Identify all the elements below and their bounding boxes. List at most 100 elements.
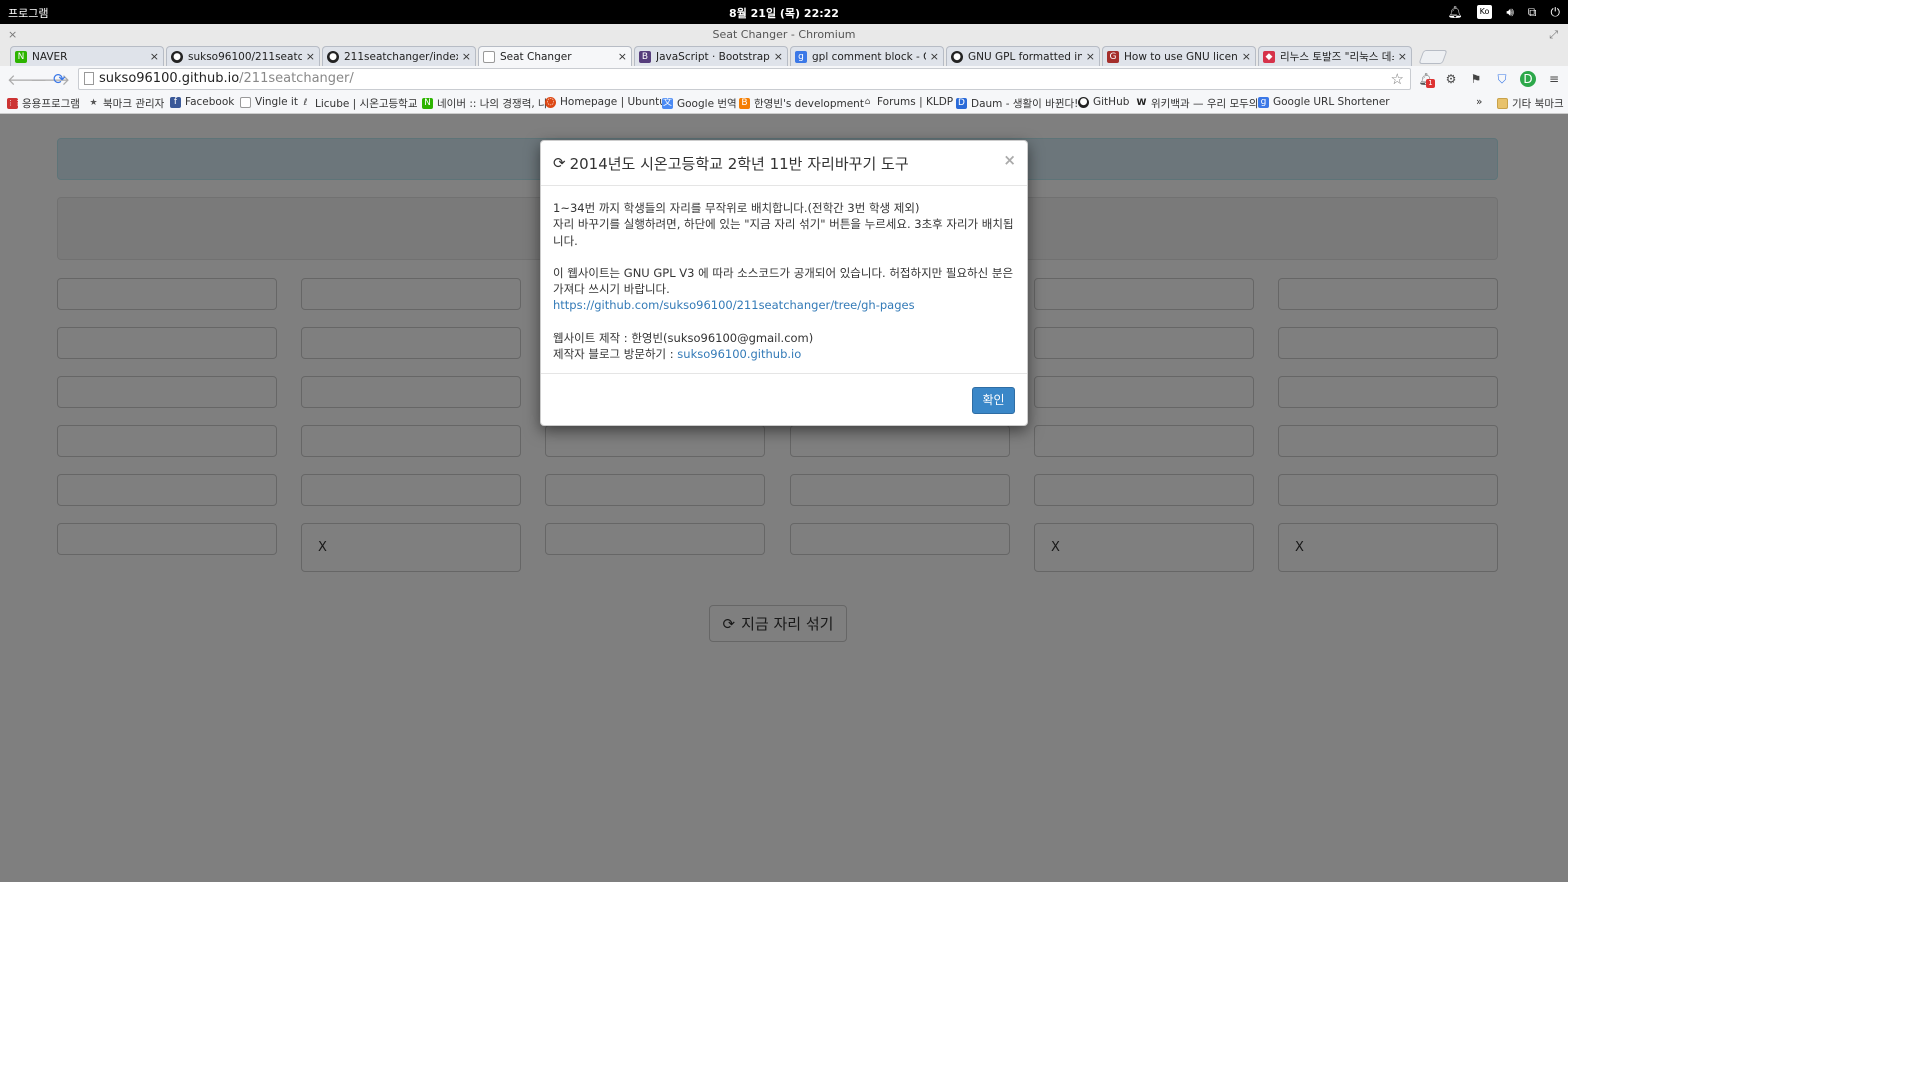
facebook-icon: f (170, 96, 181, 108)
author-info: 웹사이트 제작 : 한영빈(sukso96100@gmail.com) (553, 330, 814, 345)
extension-cast-icon[interactable]: ⚑ (1468, 71, 1484, 87)
notification-badge: 1 (1426, 79, 1435, 88)
bookmark-daum[interactable]: D Daum - 생활이 바뀐다! (956, 96, 1078, 111)
google-icon: g (795, 50, 807, 63)
modal-close-button[interactable]: × (1003, 151, 1016, 169)
reload-icon[interactable]: ⟳ (53, 70, 66, 88)
bookmark-facebook[interactable]: f Facebook (170, 96, 234, 108)
tab-close-icon[interactable]: × (1242, 50, 1251, 63)
bookmark-label: Vingle it (255, 96, 298, 108)
power-icon[interactable]: ⏻ (1551, 3, 1561, 21)
bookmark-label: Licube | 시온고등학교 (315, 98, 418, 110)
other-bookmarks[interactable]: 기타 북마크 (1497, 96, 1564, 111)
tab-gnu-gpl-github[interactable]: ● GNU GPL formatted into a × (946, 46, 1100, 66)
github-icon: ● (1078, 96, 1089, 108)
tab-github-repo[interactable]: ● sukso96100/211seatchanger × (166, 46, 320, 66)
shield-icon[interactable]: ⛉ (1494, 71, 1510, 87)
bookmark-apps[interactable]: ⋮⋮ 응용프로그램 (7, 96, 80, 111)
naver-icon: N (15, 50, 27, 63)
extension-d-icon[interactable]: D (1520, 71, 1536, 87)
blog-link[interactable]: sukso96100.github.io (677, 347, 801, 361)
tab-close-icon[interactable]: × (1086, 50, 1095, 63)
wikipedia-icon: W (1136, 98, 1147, 108)
url-host: sukso96100.github.io (99, 71, 240, 86)
window-resize-icon[interactable]: ⤢ (1549, 24, 1558, 46)
confirm-button[interactable]: 확인 (972, 387, 1015, 414)
blog-prefix: 제작자 블로그 방문하기 : (553, 347, 678, 362)
bookmark-manager[interactable]: ★ 북마크 관리자 (88, 96, 164, 111)
modal-text-line: 1~34번 까지 학생들의 자리를 무작위로 배치합니다.(전학간 3번 학생 … (553, 201, 920, 215)
bookmark-label: 위키백과 — 우리 모두의 (1151, 98, 1259, 110)
github-icon: ● (327, 50, 339, 63)
tab-label: Seat Changer (500, 50, 572, 63)
tab-close-icon[interactable]: × (462, 50, 471, 63)
notifications-icon[interactable]: 🔔︎1 (1418, 71, 1435, 88)
bookmark-url-shortener[interactable]: g Google URL Shortener (1258, 96, 1390, 108)
bookmark-label: Facebook (185, 96, 235, 108)
tab-gnu-licenses[interactable]: G How to use GNU licenses × (1102, 46, 1256, 66)
network-icon[interactable]: ⧉ (1528, 3, 1537, 21)
bookmark-github[interactable]: ● GitHub (1078, 96, 1129, 108)
licube-icon: ℓ (303, 98, 308, 108)
bookmark-blog[interactable]: B 한영빈's development (739, 96, 864, 111)
keyboard-indicator[interactable]: Ko (1476, 5, 1493, 19)
blog-line: 제작자 블로그 방문하기 : sukso96100.github.io (553, 346, 1015, 362)
bookmark-kldp[interactable]: ⌂ Forums | KLDP (862, 96, 953, 108)
source-code-link[interactable]: https://github.com/sukso96100/211seatcha… (553, 298, 915, 312)
bookmark-vingle[interactable]: Vingle it (240, 96, 298, 108)
tab-label: NAVER (32, 50, 68, 63)
translate-icon: 文 (662, 98, 673, 109)
bookmark-naver[interactable]: N 네이버 :: 나의 경쟁력, 나 (422, 96, 548, 111)
modal-text-line: 이 웹사이트는 GNU GPL V3 에 따라 소스코드가 공개되어 있습니다.… (553, 265, 1014, 297)
tab-bootstrap[interactable]: B JavaScript · Bootstrap × (634, 46, 788, 66)
tab-linux-news[interactable]: ◆ 리누스 토발즈 "리눅스 데스 × (1258, 46, 1412, 66)
new-tab-button[interactable] (1418, 50, 1448, 64)
bookmark-label: GitHub (1093, 96, 1130, 108)
bookmark-ubuntu[interactable]: ◌ Homepage | Ubuntu (545, 96, 666, 108)
modal-title: 2014년도 시온고등학교 2학년 11반 자리바꾸기 도구 (569, 154, 909, 173)
tab-github-index[interactable]: ● 211seatchanger/index.html × (322, 46, 476, 66)
apps-icon: ⋮⋮ (7, 98, 21, 109)
info-modal: ⟳ 2014년도 시온고등학교 2학년 11반 자리바꾸기 도구 × 1~34번… (540, 140, 1028, 426)
bookmark-label: Google URL Shortener (1273, 96, 1390, 108)
bookmark-wikipedia[interactable]: W 위키백과 — 우리 모두의 (1136, 96, 1259, 111)
tab-label: gpl comment block - Google (812, 50, 926, 63)
tab-close-icon[interactable]: × (150, 50, 159, 63)
tab-close-icon[interactable]: × (930, 50, 939, 63)
modal-body: 1~34번 까지 학생들의 자리를 무작위로 배치합니다.(전학간 3번 학생 … (541, 186, 1027, 374)
system-tray: 🔔︎ Ko 🔊︎ ⧉ ⏻ (1447, 3, 1560, 21)
browser-toolbar: 🡐 🡒 ⟳ sukso96100.github.io/211seatchange… (0, 66, 1568, 92)
tab-close-icon[interactable]: × (774, 50, 783, 63)
bookmark-label: 네이버 :: 나의 경쟁력, 나 (437, 98, 548, 110)
volume-icon[interactable]: 🔊︎ (1506, 3, 1514, 21)
tab-google-search[interactable]: g gpl comment block - Google × (790, 46, 944, 66)
bookmark-google-translate[interactable]: 文 Google 번역 (662, 96, 737, 111)
tab-close-icon[interactable]: × (1398, 50, 1407, 63)
page-info-icon[interactable] (84, 72, 94, 85)
address-bar[interactable]: sukso96100.github.io/211seatchanger/ ☆ (78, 68, 1411, 90)
bookmark-label: Homepage | Ubuntu (560, 96, 666, 108)
tab-seat-changer[interactable]: Seat Changer × (478, 46, 632, 66)
bookmark-licube[interactable]: ℓ Licube | 시온고등학교 (300, 96, 418, 111)
tab-close-icon[interactable]: × (618, 50, 627, 63)
tab-strip: N NAVER × ● sukso96100/211seatchanger × … (0, 44, 1568, 66)
bookmark-label: 응용프로그램 (22, 98, 80, 110)
bookmarks-overflow-button[interactable]: » (1476, 96, 1482, 108)
naver-icon: N (422, 98, 433, 109)
github-icon: ● (171, 50, 183, 63)
modal-header: ⟳ 2014년도 시온고등학교 2학년 11반 자리바꾸기 도구 (541, 141, 1027, 186)
bookmark-star-icon[interactable]: ☆ (1391, 69, 1404, 89)
tab-close-icon[interactable]: × (306, 50, 315, 63)
system-clock[interactable]: 8월 21일 (목) 22:22 (0, 5, 1568, 21)
bell-icon[interactable]: 🔔︎ (1447, 3, 1462, 21)
system-top-bar: 프로그램 8월 21일 (목) 22:22 🔔︎ Ko 🔊︎ ⧉ ⏻ (0, 0, 1568, 24)
window-close-icon[interactable]: × (8, 24, 17, 46)
menu-icon[interactable]: ≡ (1546, 71, 1562, 87)
tab-label: sukso96100/211seatchanger (188, 50, 302, 63)
star-icon: ★ (89, 98, 98, 108)
bookmark-label: 한영빈's development (754, 98, 864, 110)
ubuntu-icon: ◌ (545, 96, 556, 108)
extension-puzzle-icon[interactable]: ⚙ (1443, 71, 1459, 87)
refresh-icon: ⟳ (553, 154, 566, 172)
tab-naver[interactable]: N NAVER × (10, 46, 164, 66)
